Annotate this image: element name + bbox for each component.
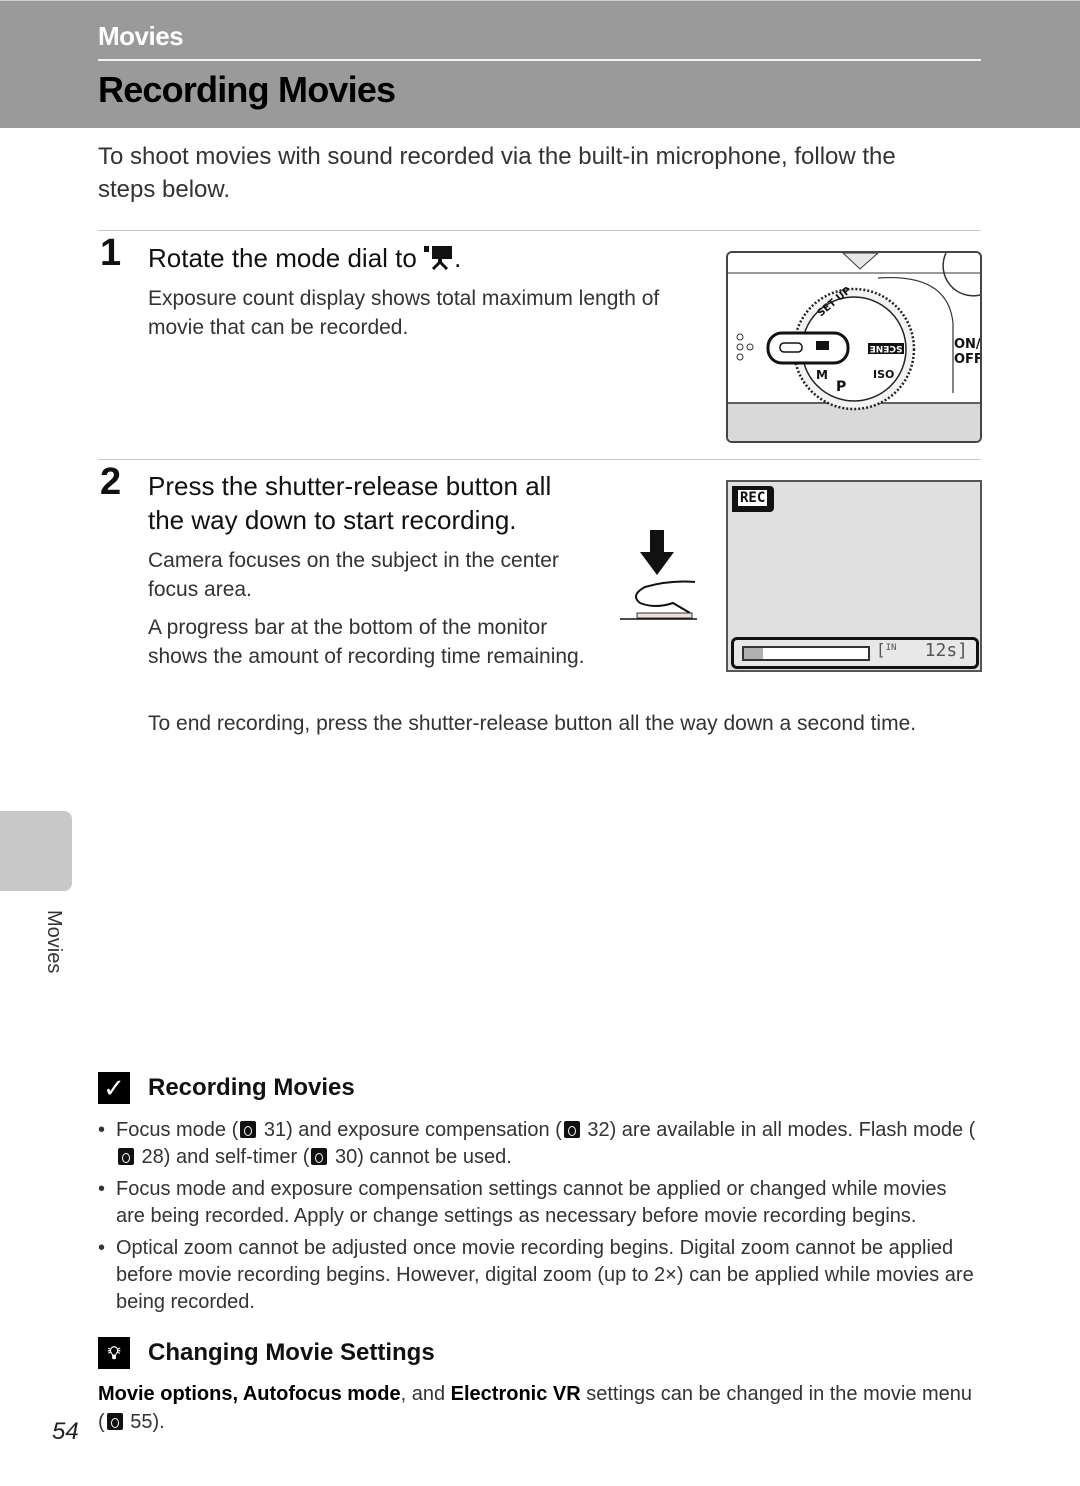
- progress-fill: [744, 648, 763, 659]
- memory-indicator-icon: [IN: [876, 640, 897, 659]
- note-changing-settings-text: Movie options, Autofocus mode, and Elect…: [98, 1383, 973, 1433]
- svg-text:OFF: OFF: [954, 352, 980, 367]
- list-item: Focus mode and exposure compensation set…: [98, 1176, 978, 1230]
- divider: [98, 230, 981, 231]
- step-1-number: 1: [100, 232, 122, 274]
- chapter-tab: [0, 811, 72, 891]
- time-remaining: 12s]: [924, 640, 968, 661]
- divider: [98, 459, 981, 460]
- page-reference-icon: [240, 1121, 257, 1138]
- page-reference-icon: [118, 1148, 134, 1165]
- step-2-description-1: Camera focuses on the subject in the cen…: [148, 549, 559, 601]
- step-1-title: Rotate the mode dial to .: [148, 241, 461, 278]
- svg-text:SCENE: SCENE: [870, 343, 903, 353]
- list-item: Focus mode ( 31) and exposure compensati…: [98, 1117, 978, 1171]
- intro-text: To shoot movies with sound recorded via …: [98, 143, 896, 203]
- svg-text:ISO: ISO: [873, 368, 894, 381]
- step-2-number: 2: [100, 461, 122, 503]
- step-1-description: Exposure count display shows total maxim…: [148, 287, 660, 339]
- mode-dial-illustration: SET UP SCENE ISO P M ON/ OFF: [726, 251, 982, 443]
- svg-text:P: P: [836, 379, 846, 395]
- list-item: Optical zoom cannot be adjusted once mov…: [98, 1235, 978, 1316]
- note-changing-settings-heading: 💡︎ Changing Movie Settings: [98, 1337, 435, 1369]
- page-number: 54: [52, 1418, 79, 1445]
- page-reference-icon: [563, 1121, 580, 1138]
- status-bar: [IN 12s]: [731, 637, 979, 669]
- note-recording-movies-list: Focus mode ( 31) and exposure compensati…: [98, 1117, 978, 1321]
- movie-camera-icon: [424, 244, 454, 278]
- step-2-end-text: To end recording, press the shutter-rele…: [148, 712, 917, 735]
- page-title: Recording Movies: [98, 69, 396, 110]
- step-1-title-text: Rotate the mode dial to: [148, 243, 417, 273]
- section-label: Movies: [98, 21, 184, 51]
- page-reference-icon: [106, 1413, 123, 1430]
- shutter-press-illustration: [615, 525, 705, 625]
- recording-progress-bar: [742, 646, 870, 661]
- check-icon: ✓: [98, 1072, 130, 1104]
- lightbulb-icon: 💡︎: [98, 1337, 130, 1369]
- note-recording-movies-heading: ✓ Recording Movies: [98, 1072, 355, 1104]
- page-header: Movies Recording Movies: [0, 0, 1080, 128]
- step-2-title: Press the shutter-release button all the…: [148, 471, 552, 535]
- header-divider: [98, 59, 981, 61]
- chapter-tab-label: Movies: [43, 910, 65, 974]
- rec-indicator: REC: [732, 486, 774, 512]
- page-reference-icon: [311, 1148, 328, 1165]
- step-2-description-2: A progress bar at the bottom of the moni…: [148, 616, 585, 668]
- svg-text:M: M: [816, 368, 828, 382]
- svg-text:ON/: ON/: [954, 337, 980, 352]
- monitor-illustration: REC [IN 12s]: [726, 480, 982, 672]
